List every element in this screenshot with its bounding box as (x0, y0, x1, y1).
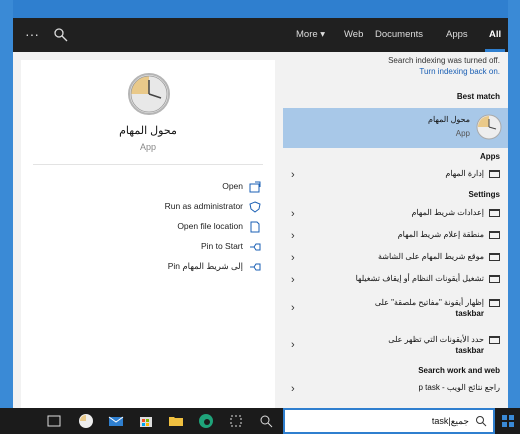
more-options-button[interactable]: ··· (25, 26, 39, 42)
chevron-right-icon[interactable]: › (291, 302, 295, 314)
chevron-right-icon[interactable]: › (291, 230, 295, 242)
apps-heading: Apps (480, 152, 500, 161)
search-topbar: ··· More ▾ Web Documents Apps All (13, 18, 508, 52)
settings-item-label-line2: taskbar (455, 309, 484, 318)
taskbar-settings-icon (489, 336, 500, 344)
settings-item-label: موقع شريط المهام على الشاشة (377, 252, 484, 261)
best-match-name: محول المهام (428, 115, 470, 124)
search-query: task|جميع (431, 416, 469, 426)
settings-item-label: إعدادات شريط المهام (411, 208, 484, 217)
settings-item[interactable]: › موقع شريط المهام على الشاشة (283, 247, 508, 269)
shield-icon (249, 201, 261, 213)
taskbar-search-input[interactable]: task|جميع (283, 408, 495, 434)
snipping-icon[interactable] (228, 413, 244, 429)
action-open[interactable]: Open (21, 178, 275, 196)
best-match-heading: Best match (456, 92, 500, 101)
taskbar-settings-icon (489, 231, 500, 239)
tab-documents[interactable]: Documents (375, 29, 423, 40)
preview-app-type: App (139, 142, 156, 152)
preview-app-name: محول المهام (119, 125, 177, 137)
settings-item-label: تشغيل أيقونات النظام أو إيقاف تشغيلها (355, 274, 484, 283)
task-view-icon[interactable] (46, 413, 62, 429)
chevron-right-icon[interactable]: › (291, 274, 295, 286)
taskbar-settings-icon (489, 275, 500, 283)
settings-item-label: منطقة إعلام شريط المهام (397, 230, 484, 239)
taskbar-settings-icon (489, 209, 500, 217)
action-pin-to-taskbar-label: Pin إلى شريط المهام (167, 261, 243, 271)
settings-heading: Settings (468, 190, 500, 199)
search-panel: ··· More ▾ Web Documents Apps All محول ا… (13, 18, 508, 408)
task-manager-icon (489, 170, 500, 178)
open-icon (249, 181, 261, 193)
settings-item-label-line2: taskbar (455, 346, 484, 355)
search-icon (476, 416, 487, 427)
web-heading: Search work and web (418, 366, 500, 375)
windows-start-icon[interactable] (500, 413, 516, 429)
feedback-icon[interactable] (53, 27, 69, 43)
chevron-right-icon[interactable]: › (291, 339, 295, 351)
pin-icon (250, 263, 261, 271)
clock-app-icon[interactable] (78, 413, 94, 429)
best-match-type: App (455, 129, 470, 138)
tab-web[interactable]: Web (344, 29, 363, 40)
desktop-background-right (508, 0, 520, 408)
settings-item-label: إظهار أيقونة "مفاتيح ملصقة" على (374, 298, 484, 307)
chevron-right-icon[interactable]: › (291, 169, 295, 181)
action-pin-to-start[interactable]: Pin to Start (21, 238, 275, 256)
action-pin-to-taskbar[interactable]: Pin إلى شريط المهام (21, 258, 275, 276)
results-pane: Search indexing was turned off. Turn ind… (283, 52, 508, 408)
desktop-background-left (0, 0, 13, 408)
tab-more[interactable]: More ▾ (296, 29, 325, 40)
settings-item[interactable]: › تشغيل أيقونات النظام أو إيقاف تشغيلها (283, 269, 508, 291)
indexing-notice: Search indexing was turned off. (388, 56, 500, 65)
mail-icon[interactable] (108, 413, 124, 429)
file-icon (250, 221, 260, 233)
action-run-as-admin[interactable]: Run as administrator (21, 198, 275, 216)
best-match-item[interactable]: محول المهام App (283, 108, 508, 148)
taskbar-settings-icon (489, 253, 500, 261)
pin-icon (250, 243, 261, 251)
tab-apps[interactable]: Apps (446, 29, 468, 40)
preview-divider (33, 164, 263, 165)
clock-app-icon (128, 73, 170, 115)
chevron-right-icon[interactable]: › (291, 208, 295, 220)
app-result-task-manager[interactable]: › إدارة المهام (283, 164, 508, 186)
settings-item-label: حدد الأيقونات التي تظهر على (388, 335, 484, 344)
taskbar: task|جميع (0, 408, 520, 434)
search-icon[interactable] (258, 413, 274, 429)
turn-indexing-on-link[interactable]: Turn indexing back on. (419, 67, 500, 76)
app-result-label: إدارة المهام (445, 169, 484, 178)
action-open-label: Open (222, 181, 243, 191)
store-icon[interactable] (138, 413, 154, 429)
preview-pane: محول المهام App Open Run as administrato… (21, 60, 275, 408)
action-run-as-admin-label: Run as administrator (164, 201, 243, 211)
settings-item[interactable]: › إظهار أيقونة "مفاتيح ملصقة" على taskba… (283, 293, 508, 323)
folder-icon[interactable] (168, 413, 184, 429)
settings-item[interactable]: › حدد الأيقونات التي تظهر على taskbar (283, 330, 508, 360)
action-open-file-location-label: Open file location (177, 221, 243, 231)
web-result[interactable]: › p task - راجع نتائج الويب (283, 378, 508, 400)
chevron-right-icon[interactable]: › (291, 383, 295, 395)
action-pin-to-start-label: Pin to Start (200, 241, 243, 251)
action-open-file-location[interactable]: Open file location (21, 218, 275, 236)
settings-item[interactable]: › إعدادات شريط المهام (283, 203, 508, 225)
tab-all[interactable]: All (489, 29, 501, 40)
clock-app-icon (476, 114, 502, 140)
chevron-right-icon[interactable]: › (291, 252, 295, 264)
edge-icon[interactable] (198, 413, 214, 429)
keyboard-icon (489, 299, 500, 307)
web-result-label: p task - راجع نتائج الويب (418, 383, 500, 392)
settings-item[interactable]: › منطقة إعلام شريط المهام (283, 225, 508, 247)
